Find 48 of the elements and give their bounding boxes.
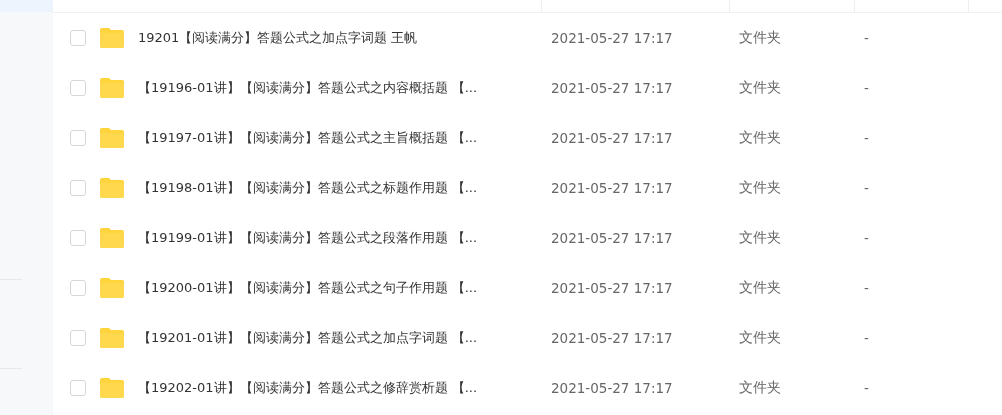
checkbox[interactable] xyxy=(70,180,86,196)
file-type: 文件夹 xyxy=(739,29,782,47)
file-type: 文件夹 xyxy=(739,129,782,147)
folder-icon xyxy=(100,278,124,298)
checkbox[interactable] xyxy=(70,280,86,296)
file-name[interactable]: 【19199-01讲】【阅读满分】答题公式之段落作用题 【... xyxy=(138,229,551,247)
checkbox[interactable] xyxy=(70,130,86,146)
file-name[interactable]: 【19202-01讲】【阅读满分】答题公式之修辞赏析题 【... xyxy=(138,379,551,397)
modified-date: 2021-05-27 17:17 xyxy=(551,130,674,146)
file-size: - xyxy=(864,180,869,196)
file-name[interactable]: 19201【阅读满分】答题公式之加点字词题 王帆 xyxy=(138,29,551,47)
folder-icon xyxy=(100,28,124,48)
file-name[interactable]: 【19201-01讲】【阅读满分】答题公式之加点字词题 【... xyxy=(138,329,551,347)
file-type: 文件夹 xyxy=(739,329,782,347)
modified-date: 2021-05-27 17:17 xyxy=(551,380,674,396)
modified-date: 2021-05-27 17:17 xyxy=(551,280,674,296)
modified-date: 2021-05-27 17:17 xyxy=(551,80,674,96)
checkbox[interactable] xyxy=(70,230,86,246)
file-size: - xyxy=(864,380,869,396)
modified-date: 2021-05-27 17:17 xyxy=(551,330,674,346)
file-size: - xyxy=(864,130,869,146)
file-name[interactable]: 【19196-01讲】【阅读满分】答题公式之内容概括题 【... xyxy=(138,79,551,97)
folder-icon xyxy=(100,178,124,198)
checkbox[interactable] xyxy=(70,30,86,46)
file-type: 文件夹 xyxy=(739,229,782,247)
file-name[interactable]: 【19198-01讲】【阅读满分】答题公式之标题作用题 【... xyxy=(138,179,551,197)
file-name[interactable]: 【19197-01讲】【阅读满分】答题公式之主旨概括题 【... xyxy=(138,129,551,147)
folder-icon xyxy=(100,228,124,248)
file-size: - xyxy=(864,330,869,346)
file-size: - xyxy=(864,30,869,46)
folder-icon xyxy=(100,328,124,348)
file-type: 文件夹 xyxy=(739,179,782,197)
modified-date: 2021-05-27 17:17 xyxy=(551,180,674,196)
file-size: - xyxy=(864,280,869,296)
modified-date: 2021-05-27 17:17 xyxy=(551,30,674,46)
file-size: - xyxy=(864,80,869,96)
checkbox[interactable] xyxy=(70,380,86,396)
folder-icon xyxy=(100,128,124,148)
file-name[interactable]: 【19200-01讲】【阅读满分】答题公式之句子作用题 【... xyxy=(138,279,551,297)
file-size: - xyxy=(864,230,869,246)
file-type: 文件夹 xyxy=(739,279,782,297)
folder-icon xyxy=(100,78,124,98)
file-type: 文件夹 xyxy=(739,79,782,97)
checkbox[interactable] xyxy=(70,330,86,346)
modified-date: 2021-05-27 17:17 xyxy=(551,230,674,246)
folder-icon xyxy=(100,378,124,398)
checkbox[interactable] xyxy=(70,80,86,96)
file-type: 文件夹 xyxy=(739,379,782,397)
